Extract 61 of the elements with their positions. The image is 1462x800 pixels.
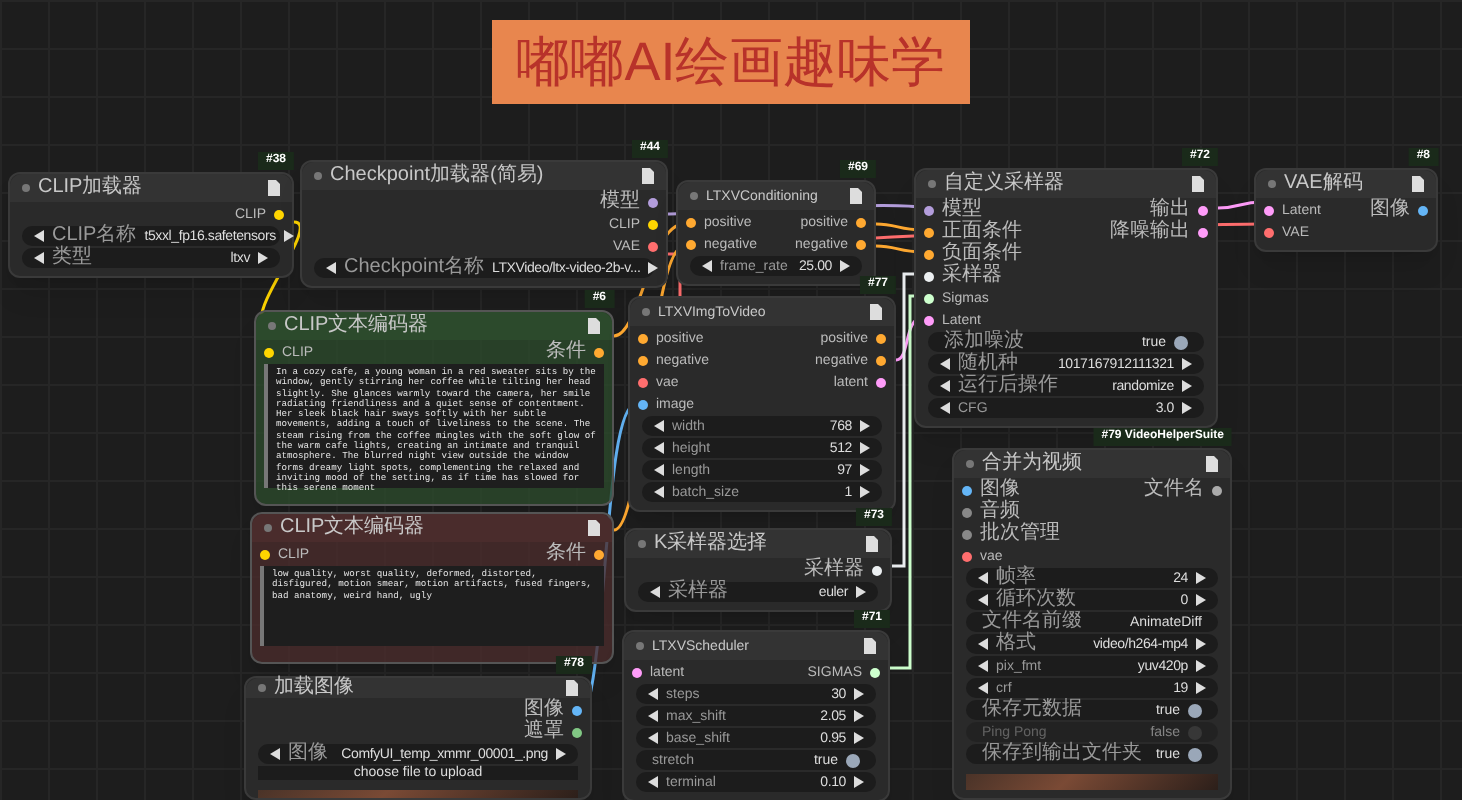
document-icon[interactable] — [588, 318, 600, 334]
node-header[interactable]: 合并为视频 — [954, 450, 1230, 478]
input-label: 负面条件 — [942, 244, 1022, 264]
node-title: CLIP文本编码器 — [284, 316, 429, 336]
node-header[interactable]: VAE解码 — [1256, 170, 1436, 198]
node-header[interactable]: CLIP文本编码器 — [252, 514, 612, 542]
node-title: VAE解码 — [1284, 174, 1363, 194]
document-icon[interactable] — [864, 638, 876, 654]
input-label: 模型 — [942, 200, 982, 220]
node-header[interactable]: K采样器选择 — [626, 530, 890, 558]
output-label: 图像 — [524, 700, 564, 720]
node-header[interactable]: CLIP文本编码器 — [256, 312, 612, 340]
output-label: 条件 — [546, 544, 586, 564]
document-icon[interactable] — [566, 680, 578, 696]
node-title: 自定义采样器 — [944, 174, 1064, 194]
increment-arrow-icon[interactable] — [854, 776, 864, 788]
output-label: 遮罩 — [524, 722, 564, 742]
node-title: 合并为视频 — [982, 454, 1082, 474]
increment-arrow-icon[interactable] — [556, 748, 566, 760]
output-label: 模型 — [600, 192, 640, 212]
document-icon[interactable] — [866, 536, 878, 552]
decrement-arrow-icon[interactable] — [702, 260, 712, 272]
document-icon[interactable] — [268, 180, 280, 196]
increment-arrow-icon[interactable] — [856, 586, 866, 598]
output-label: 降噪输出 — [1110, 222, 1190, 242]
output-label: 图像 — [1370, 200, 1410, 220]
node-title: Checkpoint加载器(简易) — [330, 166, 544, 186]
document-icon[interactable] — [588, 520, 600, 536]
node-card[interactable] — [254, 310, 614, 506]
input-label: 音频 — [980, 502, 1020, 522]
node-title: CLIP文本编码器 — [280, 518, 425, 538]
document-icon[interactable] — [870, 304, 882, 320]
document-icon[interactable] — [642, 168, 654, 184]
output-label: 文件名 — [1144, 480, 1204, 500]
node-header[interactable]: Checkpoint加载器(简易) — [302, 162, 666, 190]
node-title: CLIP加载器 — [38, 178, 143, 198]
increment-arrow-icon[interactable] — [840, 260, 850, 272]
document-icon[interactable] — [850, 188, 862, 204]
document-icon[interactable] — [1192, 176, 1204, 192]
input-label: 批次管理 — [980, 524, 1060, 544]
decrement-arrow-icon[interactable] — [270, 748, 280, 760]
node-header[interactable]: 自定义采样器 — [916, 170, 1216, 198]
input-label: 正面条件 — [942, 222, 1022, 242]
increment-arrow-icon[interactable] — [283, 230, 294, 242]
output-label: 输出 — [1150, 200, 1190, 220]
decrement-arrow-icon[interactable] — [326, 262, 336, 274]
increment-arrow-icon[interactable] — [648, 262, 659, 274]
output-label: 条件 — [546, 342, 586, 362]
node-title: 加载图像 — [274, 678, 354, 698]
banner-title: 嘟嘟AI绘画趣味学 — [492, 20, 970, 104]
input-label: 采样器 — [942, 266, 1002, 286]
document-icon[interactable] — [1206, 456, 1218, 472]
input-label: 图像 — [980, 480, 1020, 500]
decrement-arrow-icon[interactable] — [648, 776, 658, 788]
increment-arrow-icon[interactable] — [258, 252, 268, 264]
node-header[interactable]: CLIP加载器 — [10, 174, 292, 202]
node-header[interactable]: 加载图像 — [246, 678, 590, 698]
output-label: 采样器 — [804, 560, 864, 580]
decrement-arrow-icon[interactable] — [650, 586, 660, 598]
node-title: K采样器选择 — [654, 534, 768, 554]
document-icon[interactable] — [1412, 176, 1424, 192]
